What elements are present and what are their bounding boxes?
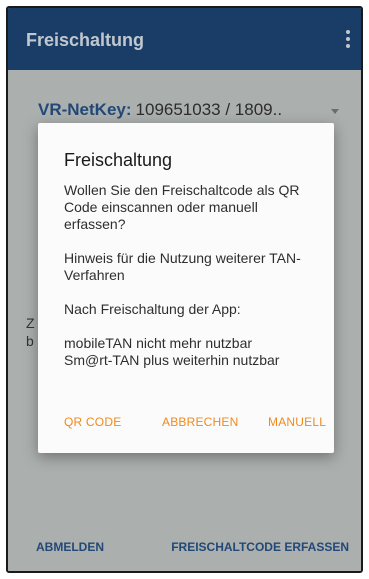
dialog-question: Wollen Sie den Freischaltcode als QR Cod… [64, 182, 300, 232]
qr-code-button[interactable]: QR CODE [64, 415, 121, 429]
dialog-smarttan-note: Sm@rt-TAN plus weiterhin nutzbar [64, 352, 280, 368]
dialog-actions: QR CODE ABBRECHEN MANUELL [38, 415, 334, 435]
dialog-body: Wollen Sie den Freischaltcode als QR Cod… [64, 182, 316, 369]
dialog-title: Freischaltung [64, 150, 173, 170]
manual-entry-button[interactable]: MANUELL [268, 415, 326, 429]
cancel-button[interactable]: ABBRECHEN [162, 415, 238, 429]
dialog-after-activation: Nach Freischaltung der App: [64, 301, 241, 317]
dialog-mobiletan-note: mobileTAN nicht mehr nutzbar [64, 335, 253, 351]
app-screen: Freischaltung VR-NetKey: 109651033 / 1809… [6, 6, 363, 573]
dialog-hint: Hinweis für die Nutzung weiterer TAN-Ver… [64, 250, 301, 283]
activation-dialog: Freischaltung Wollen Sie den Freischaltc… [38, 123, 334, 453]
